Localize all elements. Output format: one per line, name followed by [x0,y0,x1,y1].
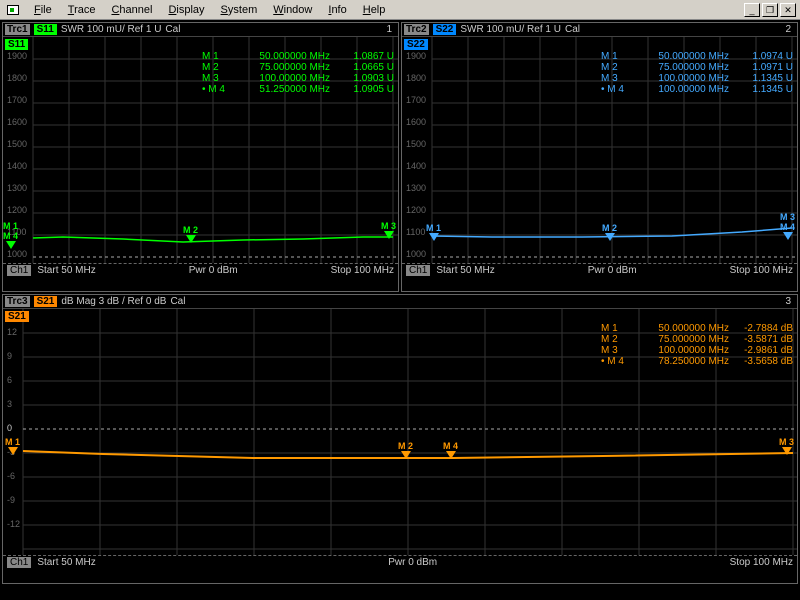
param-badge-s11[interactable]: S11 [34,24,57,35]
marker-flag-m2[interactable]: M 2 [183,225,198,243]
marker-flag-m4[interactable]: M 4 [443,441,458,459]
panel-s22[interactable]: Trc2 S22 SWR 100 mU/ Ref 1 U Cal 2 S22 M… [401,22,798,292]
trace-badge[interactable]: Trc3 [5,296,30,307]
close-button[interactable]: ✕ [780,3,796,17]
plot-area-s22[interactable]: S22 M 150.000000 MHz1.0974 U M 275.00000… [402,37,797,263]
menu-help[interactable]: Help [355,2,394,18]
panel-number: 1 [386,24,396,35]
app-icon [4,2,22,18]
side-label-s21: S21 [5,311,29,322]
maximize-button[interactable]: ❐ [762,3,778,17]
cal-label: Cal [565,24,580,35]
panel-number: 2 [785,24,795,35]
marker-flag-m1[interactable]: M 1 [426,223,441,241]
power-level: Pwr 0 dBm [96,265,331,276]
power-level: Pwr 0 dBm [495,265,730,276]
panel-s11[interactable]: Trc1 S11 SWR 100 mU/ Ref 1 U Cal 1 S11 M… [2,22,399,292]
channel-badge[interactable]: Ch1 [7,557,31,568]
marker-flag-m3[interactable]: M 3 [381,221,396,239]
channel-badge[interactable]: Ch1 [406,265,430,276]
marker-table-s22: M 150.000000 MHz1.0974 U M 275.000000 MH… [601,51,793,95]
panel-s21[interactable]: Trc3 S21 dB Mag 3 dB / Ref 0 dB Cal 3 S2… [2,294,798,584]
menu-system[interactable]: System [213,2,266,18]
menu-window[interactable]: Window [265,2,320,18]
trace-mode: SWR 100 mU/ Ref 1 U [61,24,162,35]
trace-header-s11: Trc1 S11 SWR 100 mU/ Ref 1 U Cal 1 [3,23,398,37]
param-badge-s22[interactable]: S22 [433,24,457,35]
stop-freq: Stop 100 MHz [730,265,793,276]
plot-area-s21[interactable]: S21 M 150.000000 MHz-2.7884 dB M 275.000… [3,309,797,555]
trace-mode: SWR 100 mU/ Ref 1 U [460,24,561,35]
footer-s21: Ch1 Start 50 MHz Pwr 0 dBm Stop 100 MHz [3,555,797,569]
footer-s22: Ch1 Start 50 MHz Pwr 0 dBm Stop 100 MHz [402,263,797,277]
panel-number: 3 [785,296,795,307]
trace-header-s22: Trc2 S22 SWR 100 mU/ Ref 1 U Cal 2 [402,23,797,37]
menu-file[interactable]: File [26,2,60,18]
start-freq: Start 50 MHz [436,265,494,276]
param-badge-s21[interactable]: S21 [34,296,58,307]
marker-flag-m2[interactable]: M 2 [602,223,617,241]
minimize-button[interactable]: _ [744,3,760,17]
trace-header-s21: Trc3 S21 dB Mag 3 dB / Ref 0 dB Cal 3 [3,295,797,309]
menu-info[interactable]: Info [320,2,354,18]
marker-flag-m1[interactable]: M 1M 4 [3,221,18,249]
marker-flag-m3[interactable]: M 3 [779,437,794,455]
marker-flag-m3m4[interactable]: M 3M 4 [780,212,795,240]
start-freq: Start 50 MHz [37,557,95,568]
channel-badge[interactable]: Ch1 [7,265,31,276]
cal-label: Cal [165,24,180,35]
trace-badge[interactable]: Trc2 [404,24,429,35]
menubar: File Trace Channel Display System Window… [0,0,800,20]
start-freq: Start 50 MHz [37,265,95,276]
menu-trace[interactable]: Trace [60,2,104,18]
marker-flag-m1[interactable]: M 1 [5,437,20,455]
side-label-s22: S22 [404,39,428,50]
marker-table-s11: M 150.000000 MHz1.0867 U M 275.000000 MH… [202,51,394,95]
trace-badge[interactable]: Trc1 [5,24,30,35]
plot-area-s11[interactable]: S11 M 150.000000 MHz1.0867 U M 275.00000… [3,37,398,263]
menu-channel[interactable]: Channel [103,2,160,18]
trace-mode: dB Mag 3 dB / Ref 0 dB [61,296,166,307]
side-label-s11: S11 [5,39,28,50]
marker-table-s21: M 150.000000 MHz-2.7884 dB M 275.000000 … [601,323,793,367]
cal-label: Cal [170,296,185,307]
stop-freq: Stop 100 MHz [730,557,793,568]
menu-display[interactable]: Display [160,2,212,18]
workspace: Trc1 S11 SWR 100 mU/ Ref 1 U Cal 1 S11 M… [0,20,800,586]
window-controls: _ ❐ ✕ [744,3,800,17]
stop-freq: Stop 100 MHz [331,265,394,276]
footer-s11: Ch1 Start 50 MHz Pwr 0 dBm Stop 100 MHz [3,263,398,277]
power-level: Pwr 0 dBm [96,557,730,568]
marker-flag-m2[interactable]: M 2 [398,441,413,459]
